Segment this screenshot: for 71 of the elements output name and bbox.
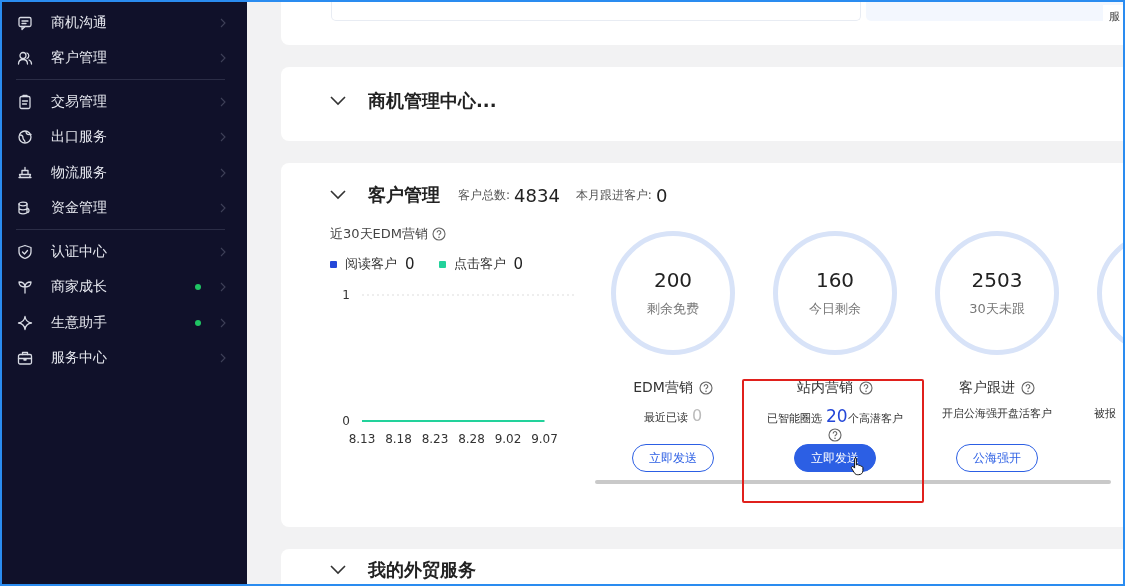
chevron-right-icon <box>219 246 227 257</box>
coins-icon <box>17 200 33 217</box>
help-icon <box>698 381 713 395</box>
axis-tick-label: 0 <box>342 414 350 428</box>
chevron-right-icon <box>219 167 227 178</box>
ship-icon <box>17 164 33 181</box>
diamond-icon <box>17 314 33 331</box>
action-title: 客户跟进 <box>959 379 1015 397</box>
action-description: 被报 <box>1094 406 1116 421</box>
stat-value: 0 <box>655 184 668 206</box>
sidebar-item[interactable]: 客户管理 <box>0 40 247 76</box>
legend-label: 点击客户 <box>453 255 506 273</box>
sidebar-item[interactable]: 生意助手 <box>0 305 247 341</box>
axis-tick-label: 8.18 <box>385 432 412 446</box>
axis-tick-label: 8.23 <box>421 432 449 446</box>
action-description: 已智能圈选 20个高潜客户 <box>767 406 903 426</box>
sidebar-item[interactable]: 商家成长 <box>0 269 247 305</box>
help-icon <box>1021 381 1035 395</box>
sidebar-item[interactable]: 物流服务 <box>0 155 247 191</box>
metric-label: 今日剩余 <box>809 300 861 318</box>
chevron-right-icon <box>219 17 227 28</box>
shield-icon <box>17 243 33 260</box>
help-icon <box>859 381 873 395</box>
read-count: 0 <box>691 406 703 425</box>
legend-label: 阅读客户 <box>345 255 397 273</box>
stat-label: 本月跟进客户: <box>575 186 652 204</box>
chevron-right-icon <box>219 132 227 143</box>
send-button[interactable]: 公海强开 <box>956 444 1038 472</box>
chevron-right-icon <box>219 203 227 214</box>
section-title: 商机管理中心... <box>368 89 497 113</box>
globe-icon <box>17 129 33 146</box>
stat-label: 客户总数: <box>458 186 511 204</box>
chevron-right-icon <box>219 53 227 64</box>
metric-value: 160 <box>815 268 855 292</box>
metric-value: 200 <box>653 268 693 292</box>
sidebar-item[interactable]: 出口服务 <box>0 119 247 155</box>
axis-tick-label: 8.13 <box>348 432 376 446</box>
help-icon <box>432 227 446 241</box>
chevron-right-icon <box>219 317 227 328</box>
chevron-right-icon <box>219 353 227 364</box>
sidebar-item[interactable]: 认证中心 <box>0 234 247 270</box>
chat-icon <box>17 14 33 31</box>
sidebar-item[interactable]: 交易管理 <box>0 84 247 120</box>
sidebar-item[interactable]: 资金管理 <box>0 190 247 226</box>
sidebar-item[interactable]: 服务中心 <box>0 340 247 376</box>
sidebar-item[interactable]: 商机沟通 <box>0 5 247 41</box>
axis-tick-label: 9.02 <box>494 432 522 446</box>
action-title: EDM营销 <box>633 379 693 397</box>
action-title: 站内营销 <box>797 379 853 397</box>
legend-count: 0 <box>513 255 524 273</box>
action-description: 最近已读 <box>643 410 688 425</box>
metric-label: 30天未跟 <box>969 300 1025 318</box>
chevron-right-icon <box>219 96 227 107</box>
scrollbar[interactable] <box>595 480 1111 484</box>
section-title: 我的外贸服务 <box>368 558 476 582</box>
chevron-right-icon <box>219 282 227 293</box>
action-description: 开启公海强开盘活客户 <box>942 406 1052 421</box>
metric-label: 剩余免费 <box>647 300 699 318</box>
axis-tick-label: 9.07 <box>531 432 558 446</box>
sprout-icon <box>17 279 33 296</box>
stat-value: 4834 <box>514 184 560 206</box>
chart-title: 近30天EDM营销 <box>330 225 428 243</box>
metric-value: 2503 <box>971 268 1023 292</box>
users-icon <box>17 50 33 67</box>
legend-count: 0 <box>405 255 415 273</box>
clipboard-icon <box>17 93 33 110</box>
briefcase-icon <box>17 350 33 367</box>
axis-tick-label: 8.28 <box>458 432 485 446</box>
section-title: 客户管理 <box>368 183 440 207</box>
axis-tick-label: 1 <box>342 288 350 302</box>
send-button[interactable]: 立即发送 <box>632 444 714 472</box>
